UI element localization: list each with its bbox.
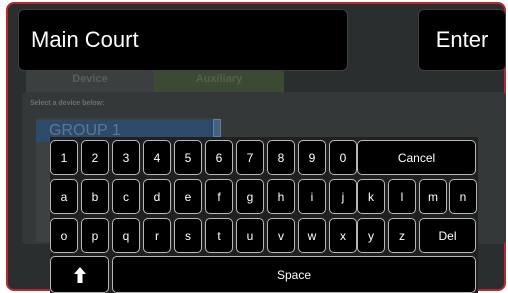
- key-l[interactable]: l: [388, 179, 416, 214]
- enter-button[interactable]: Enter: [418, 9, 506, 71]
- key-0[interactable]: 0: [329, 140, 357, 175]
- key-w[interactable]: w: [298, 218, 326, 253]
- key-2[interactable]: 2: [81, 140, 109, 175]
- up-arrow-icon: [73, 266, 86, 283]
- delete-button[interactable]: Del: [419, 218, 476, 253]
- key-h[interactable]: h: [267, 179, 295, 214]
- select-label: Select a device below:: [30, 100, 105, 107]
- key-r[interactable]: r: [143, 218, 171, 253]
- key-x[interactable]: x: [329, 218, 357, 253]
- key-e[interactable]: e: [174, 179, 202, 214]
- key-1[interactable]: 1: [50, 140, 78, 175]
- key-v[interactable]: v: [267, 218, 295, 253]
- key-p[interactable]: p: [81, 218, 109, 253]
- key-7[interactable]: 7: [236, 140, 264, 175]
- list-scrollbar[interactable]: [213, 119, 221, 137]
- key-i[interactable]: i: [298, 179, 326, 214]
- key-9[interactable]: 9: [298, 140, 326, 175]
- cancel-button[interactable]: Cancel: [357, 140, 476, 175]
- key-3[interactable]: 3: [112, 140, 140, 175]
- key-4[interactable]: 4: [143, 140, 171, 175]
- text-input[interactable]: Main Court: [18, 9, 348, 71]
- key-o[interactable]: o: [50, 218, 78, 253]
- key-z[interactable]: z: [388, 218, 416, 253]
- key-t[interactable]: t: [205, 218, 233, 253]
- shift-button[interactable]: [50, 256, 109, 293]
- key-5[interactable]: 5: [174, 140, 202, 175]
- key-f[interactable]: f: [205, 179, 233, 214]
- key-8[interactable]: 8: [267, 140, 295, 175]
- key-d[interactable]: d: [143, 179, 171, 214]
- key-a[interactable]: a: [50, 179, 78, 214]
- key-s[interactable]: s: [174, 218, 202, 253]
- key-u[interactable]: u: [236, 218, 264, 253]
- key-q[interactable]: q: [112, 218, 140, 253]
- key-b[interactable]: b: [81, 179, 109, 214]
- key-n[interactable]: n: [449, 179, 477, 214]
- key-c[interactable]: c: [112, 179, 140, 214]
- key-y[interactable]: y: [357, 218, 385, 253]
- space-button[interactable]: Space: [112, 256, 476, 293]
- key-k[interactable]: k: [357, 179, 385, 214]
- key-j[interactable]: j: [329, 179, 357, 214]
- key-6[interactable]: 6: [205, 140, 233, 175]
- key-g[interactable]: g: [236, 179, 264, 214]
- key-m[interactable]: m: [419, 179, 447, 214]
